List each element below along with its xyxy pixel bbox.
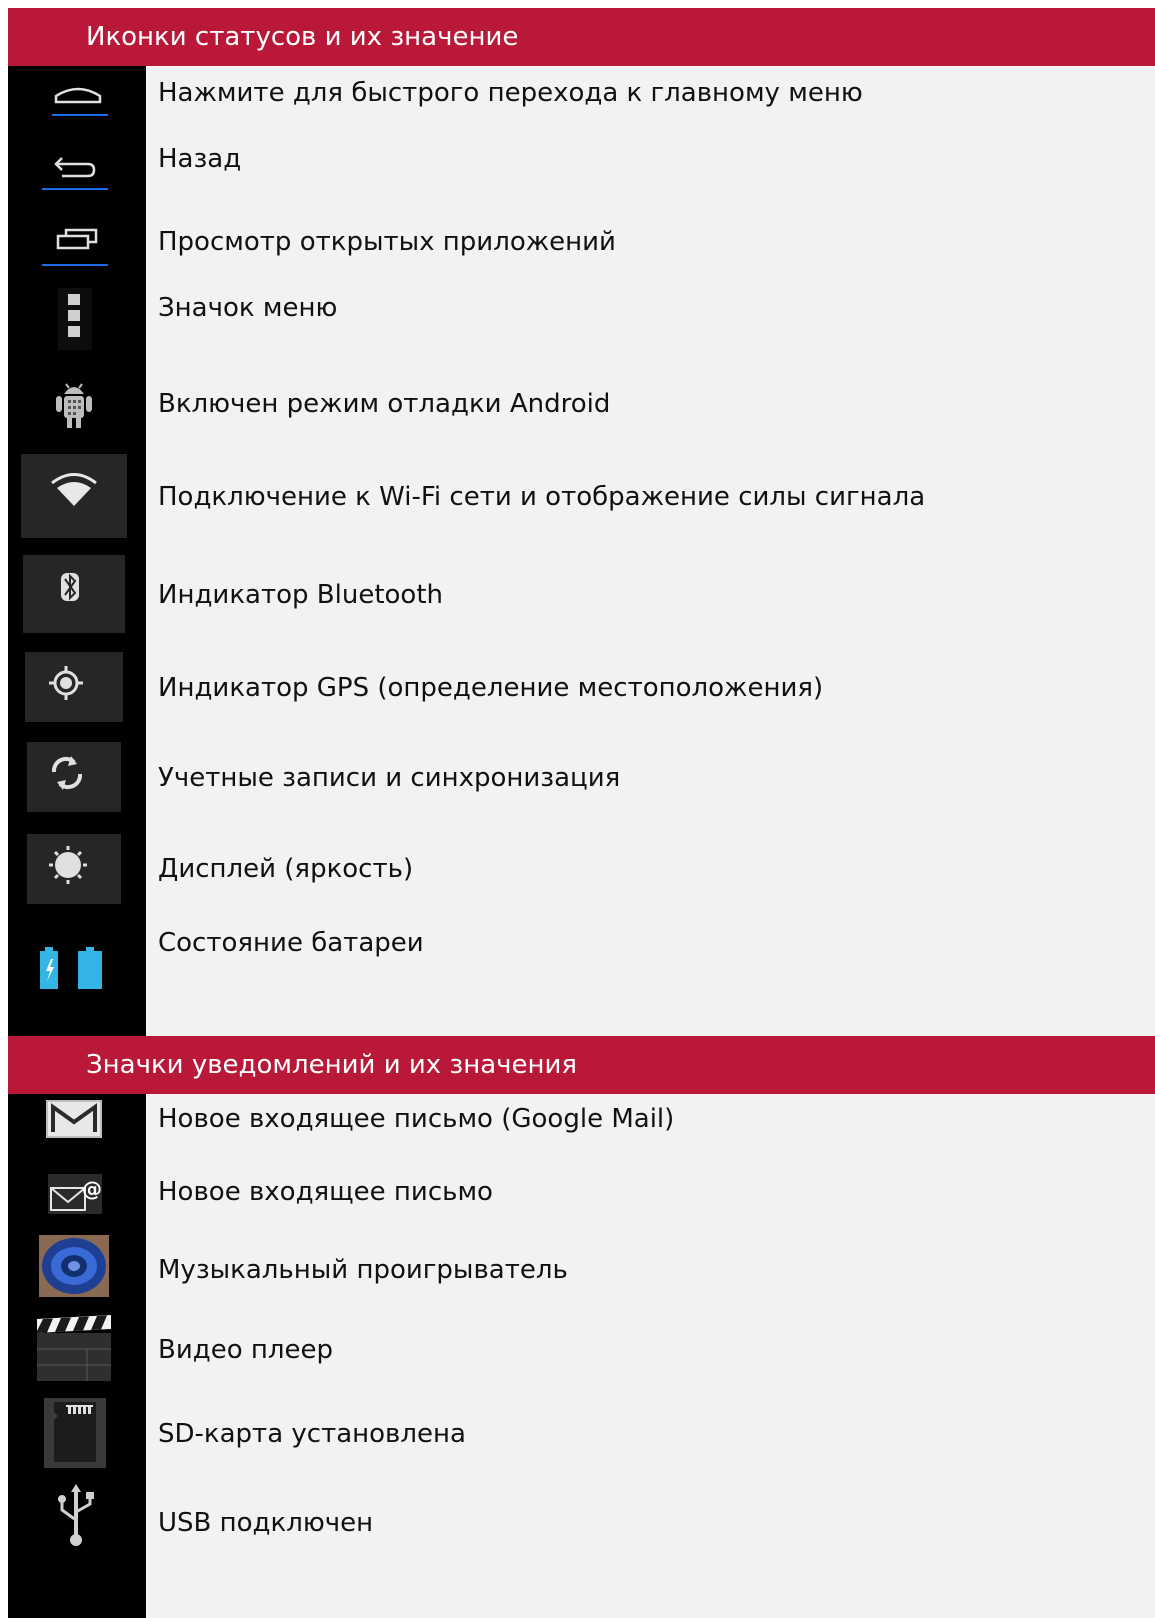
status-row-label-gps: Индикатор GPS (определение местоположени…	[158, 673, 824, 703]
notif-row-label-sd-card: SD-карта установлена	[158, 1419, 466, 1449]
status-section-title: Иконки статусов и их значение	[8, 8, 1155, 66]
notif-row-label-music-player: Музыкальный проигрыватель	[158, 1255, 568, 1285]
gps-icon	[25, 652, 123, 722]
video-player-icon	[37, 1315, 111, 1381]
email-icon: @	[48, 1174, 102, 1214]
status-row-label-bluetooth: Индикатор Bluetooth	[158, 580, 443, 610]
usb-icon	[52, 1482, 100, 1550]
sync-icon	[27, 742, 121, 812]
notif-row-label-video-player: Видео плеер	[158, 1335, 333, 1365]
android-debug-icon	[52, 378, 96, 432]
status-row-label-back: Назад	[158, 144, 242, 174]
notif-row-label-email: Новое входящее письмо	[158, 1177, 493, 1207]
recent-apps-underline	[42, 264, 108, 266]
status-row-label-battery: Состояние батареи	[158, 928, 424, 958]
status-row-label-sync: Учетные записи и синхронизация	[158, 763, 621, 793]
status-row-label-android-debug: Включен режим отладки Android	[158, 389, 611, 419]
home-icon	[48, 78, 108, 118]
wifi-icon	[21, 454, 127, 538]
status-text-column	[146, 66, 1155, 1036]
notification-section-title: Значки уведомлений и их значения	[8, 1036, 1155, 1094]
back-icon	[42, 148, 108, 192]
gmail-icon	[46, 1100, 102, 1138]
notif-row-label-usb: USB подключен	[158, 1508, 374, 1538]
status-row-label-menu: Значок меню	[158, 293, 338, 323]
status-row-label-brightness: Дисплей (яркость)	[158, 854, 414, 884]
battery-icon	[38, 946, 114, 992]
status-row-label-wifi: Подключение к Wi-Fi сети и отображение с…	[158, 482, 926, 512]
bluetooth-icon	[23, 555, 125, 633]
home-underline	[52, 114, 108, 116]
sd-card-icon	[44, 1398, 106, 1468]
icon-reference-sheet: Иконки статусов и их значение Нажмите дл…	[8, 8, 1155, 1618]
brightness-icon	[27, 834, 121, 904]
status-row-label-home: Нажмите для быстрого перехода к главному…	[158, 78, 863, 108]
notif-row-label-gmail: Новое входящее письмо (Google Mail)	[158, 1104, 675, 1134]
back-underline	[42, 188, 108, 190]
music-player-icon	[39, 1235, 109, 1297]
menu-icon	[58, 288, 92, 350]
status-row-label-recent-apps: Просмотр открытых приложений	[158, 227, 616, 257]
recent-apps-icon	[42, 224, 108, 268]
svg-text:@: @	[82, 1177, 102, 1201]
